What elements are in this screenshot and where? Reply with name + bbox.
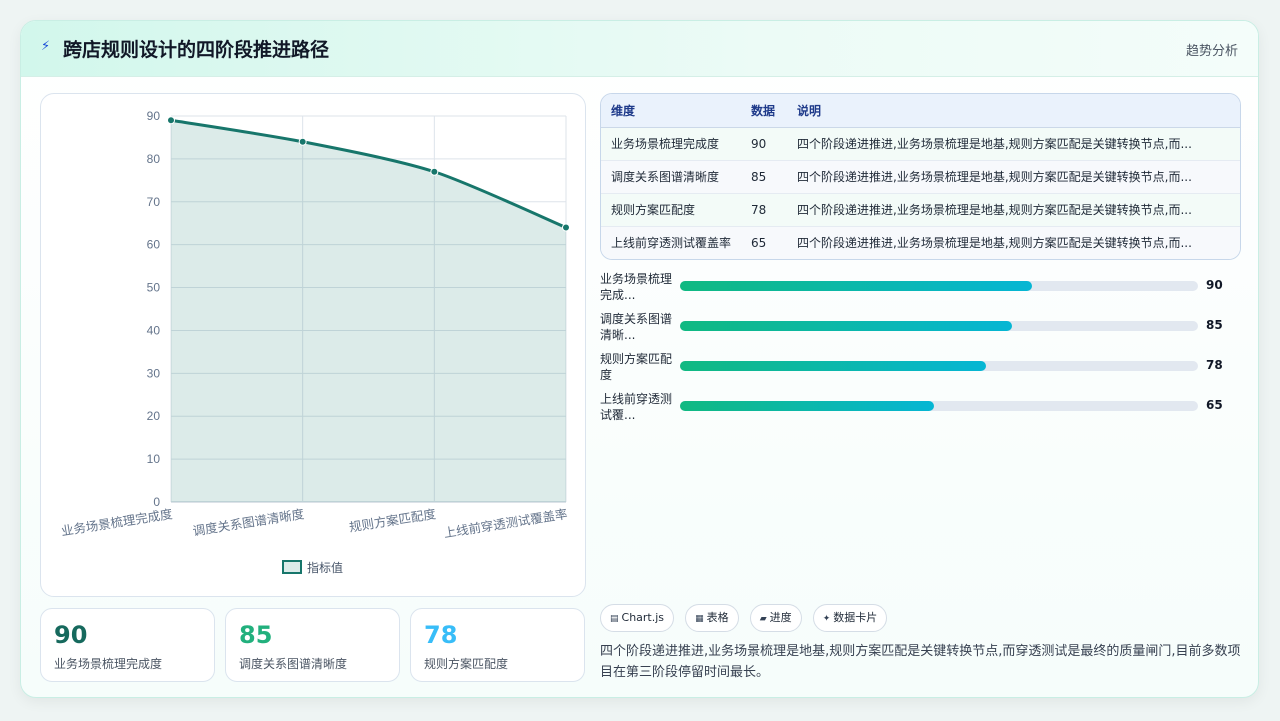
table-cell: 90 bbox=[751, 127, 797, 161]
progress-icon: ▰ bbox=[759, 614, 767, 624]
table-header-dimension: 维度 bbox=[601, 94, 751, 128]
table-header-data: 数据 bbox=[751, 94, 797, 128]
stat-card-2: 85 调度关系图谱清晰度 bbox=[225, 608, 400, 682]
table-cell: 规则方案匹配度 bbox=[601, 193, 751, 227]
chip-chartjs[interactable]: ▤ Chart.js bbox=[600, 604, 675, 632]
chip-label: Chart.js bbox=[621, 611, 665, 624]
stat-value: 85 bbox=[239, 621, 273, 649]
card-header: ⚡ 跨店规则设计的四阶段推进路径 趋势分析 bbox=[21, 21, 1258, 77]
y-tick-label: 80 bbox=[147, 152, 161, 166]
table-cell: 业务场景梳理完成度 bbox=[601, 127, 751, 161]
table-cell: 四个阶段递进推进,业务场景梳理是地基,规则方案匹配是关键转换节点,而... bbox=[797, 226, 1240, 259]
trend-analysis-badge: 趋势分析 bbox=[1185, 44, 1238, 59]
table-row: 调度关系图谱清晰度 85 四个阶段递进推进,业务场景梳理是地基,规则方案匹配是关… bbox=[601, 160, 1240, 194]
line-chart-panel: 0 10 20 30 40 50 60 70 80 90 业务场景梳理完成度 调度关系图谱清晰度 规则方… bbox=[40, 93, 586, 597]
table-cell: 四个阶段递进推进,业务场景梳理是地基,规则方案匹配是关键转换节点,而... bbox=[797, 127, 1240, 161]
y-tick-label: 50 bbox=[147, 281, 161, 295]
table-row: 规则方案匹配度 78 四个阶段递进推进,业务场景梳理是地基,规则方案匹配是关键转… bbox=[601, 193, 1240, 227]
x-tick-label: 规则方案匹配度 bbox=[348, 506, 437, 535]
y-tick-label: 90 bbox=[147, 109, 161, 123]
table-cell: 上线前穿透测试覆盖率 bbox=[601, 226, 751, 259]
progress-label: 调度关系图谱清晰... bbox=[600, 312, 673, 342]
y-tick-label: 40 bbox=[147, 323, 161, 337]
stat-label: 业务场景梳理完成度 bbox=[54, 657, 163, 671]
table-row: 业务场景梳理完成度 90 四个阶段递进推进,业务场景梳理是地基,规则方案匹配是关… bbox=[601, 127, 1240, 161]
progress-fill bbox=[680, 281, 1033, 291]
legend-swatch bbox=[282, 560, 302, 574]
chip-label: 数据卡片 bbox=[833, 611, 878, 624]
x-tick-label: 调度关系图谱清晰度 bbox=[192, 506, 306, 538]
y-tick-label: 70 bbox=[147, 195, 161, 209]
progress-row: 上线前穿透测试覆... 65 bbox=[600, 391, 1241, 431]
progress-row: 规则方案匹配度 78 bbox=[600, 351, 1241, 391]
progress-label: 上线前穿透测试覆... bbox=[600, 392, 673, 422]
progress-row: 业务场景梳理完成... 90 bbox=[600, 271, 1241, 311]
table-row: 上线前穿透测试覆盖率 65 四个阶段递进推进,业务场景梳理是地基,规则方案匹配是… bbox=[601, 226, 1240, 259]
progress-value: 65 bbox=[1206, 398, 1223, 412]
chip-label: 表格 bbox=[706, 611, 729, 624]
y-tick-label: 30 bbox=[147, 366, 161, 380]
table-header-row: 维度 数据 说明 bbox=[601, 94, 1240, 128]
table-cell: 65 bbox=[751, 226, 797, 259]
progress-label: 规则方案匹配度 bbox=[600, 352, 673, 382]
x-tick-label: 业务场景梳理完成度 bbox=[60, 506, 174, 538]
bolt-icon: ⚡ bbox=[41, 39, 51, 54]
progress-fill bbox=[680, 321, 1012, 331]
progress-value: 90 bbox=[1206, 278, 1223, 292]
progress-fill bbox=[680, 361, 986, 371]
table-icon: ▦ bbox=[695, 614, 704, 624]
progress-value: 78 bbox=[1206, 358, 1223, 372]
data-point bbox=[298, 137, 307, 146]
y-tick-label: 0 bbox=[153, 495, 160, 509]
chip-progress[interactable]: ▰ 进度 bbox=[749, 604, 802, 632]
data-point bbox=[430, 167, 439, 176]
progress-label: 业务场景梳理完成... bbox=[600, 272, 673, 302]
y-tick-label: 10 bbox=[147, 452, 161, 466]
table-cell: 调度关系图谱清晰度 bbox=[601, 160, 751, 194]
y-tick-label: 20 bbox=[147, 409, 161, 423]
progress-track bbox=[680, 281, 1198, 291]
data-point bbox=[562, 223, 570, 232]
table-cell: 78 bbox=[751, 193, 797, 227]
tag-chips: ▤ Chart.js ▦ 表格 ▰ 进度 ✦ 数据卡片 bbox=[600, 604, 893, 632]
summary-text: 四个阶段递进推进,业务场景梳理是地基,规则方案匹配是关键转换节点,而穿透测试是最… bbox=[600, 644, 1241, 680]
chip-label: 进度 bbox=[769, 611, 792, 624]
line-chart: 0 10 20 30 40 50 60 70 80 90 业务场景梳理完成度 调度关系图谱清晰度 规则方… bbox=[60, 109, 570, 575]
stat-value: 78 bbox=[424, 621, 458, 649]
progress-track bbox=[680, 321, 1198, 331]
stat-card-3: 78 规则方案匹配度 bbox=[410, 608, 585, 682]
y-tick-label: 60 bbox=[147, 238, 161, 252]
progress-value: 85 bbox=[1206, 318, 1223, 332]
stat-card-1: 90 业务场景梳理完成度 bbox=[40, 608, 215, 682]
table-cell: 四个阶段递进推进,业务场景梳理是地基,规则方案匹配是关键转换节点,而... bbox=[797, 160, 1240, 194]
sparkle-icon: ✦ bbox=[822, 614, 831, 624]
stat-value: 90 bbox=[54, 621, 88, 649]
chip-data-card[interactable]: ✦ 数据卡片 bbox=[812, 604, 888, 632]
progress-list: 业务场景梳理完成... 90 调度关系图谱清晰... 85 规则方案匹配度 78… bbox=[600, 271, 1241, 431]
series-area bbox=[171, 120, 566, 503]
chart-icon: ▤ bbox=[610, 614, 619, 624]
dashboard-card: ⚡ 跨店规则设计的四阶段推进路径 趋势分析 0 10 20 30 40 50 60 70 80 9… bbox=[20, 20, 1259, 698]
progress-track bbox=[680, 401, 1198, 411]
progress-track bbox=[680, 361, 1198, 371]
table-cell: 85 bbox=[751, 160, 797, 194]
chip-table[interactable]: ▦ 表格 bbox=[685, 604, 739, 632]
table-header-note: 说明 bbox=[797, 94, 1240, 128]
progress-row: 调度关系图谱清晰... 85 bbox=[600, 311, 1241, 351]
stat-label: 规则方案匹配度 bbox=[424, 657, 509, 671]
data-point bbox=[167, 116, 175, 125]
data-table: 维度 数据 说明 业务场景梳理完成度 90 四个阶段递进推进,业务场景梳理是地基… bbox=[600, 93, 1241, 260]
table-cell: 四个阶段递进推进,业务场景梳理是地基,规则方案匹配是关键转换节点,而... bbox=[797, 193, 1240, 227]
progress-fill bbox=[680, 401, 934, 411]
legend-label: 指标值 bbox=[307, 560, 343, 575]
x-tick-label: 上线前穿透测试覆盖率 bbox=[443, 506, 569, 540]
page-title: 跨店规则设计的四阶段推进路径 bbox=[63, 39, 330, 61]
stat-label: 调度关系图谱清晰度 bbox=[239, 657, 348, 671]
